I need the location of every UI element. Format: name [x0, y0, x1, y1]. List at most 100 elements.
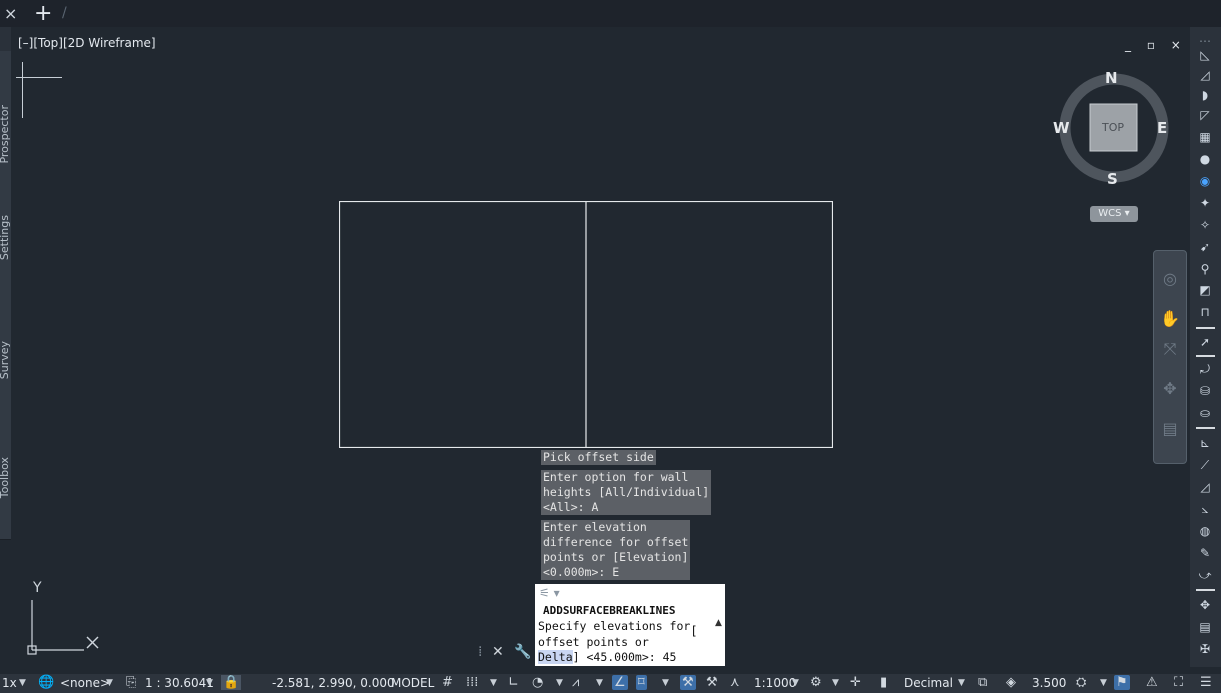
compass-south-label[interactable]: S	[1107, 170, 1118, 188]
close-tab-icon[interactable]: ×	[4, 4, 17, 23]
tool-icon-12[interactable]: ⛀	[1197, 405, 1213, 421]
command-prompt-text[interactable]: Specify elevations for offset points or …	[538, 619, 690, 666]
units-setting[interactable]: Decimal	[904, 676, 953, 690]
model-space-button[interactable]: MODEL	[391, 676, 434, 690]
tool-icon-10[interactable]: ⤾	[1197, 361, 1213, 377]
command-line[interactable]: ⚟ ▾ ADDSURFACEBREAKLINES Specify elevati…	[535, 584, 725, 666]
new-tab-button[interactable]: +	[34, 1, 52, 26]
annotation-scale-icon[interactable]: ⋏	[730, 675, 740, 690]
steering-wheel-icon[interactable]: ◎	[1160, 269, 1180, 289]
tool-icon-21[interactable]: ▤	[1197, 619, 1213, 635]
compass-east-label[interactable]: E	[1157, 119, 1167, 137]
annotation-scale[interactable]: 1:1000	[754, 676, 796, 690]
isodraft-icon[interactable]: ⩘	[572, 675, 579, 690]
tool-icon-17[interactable]: ◍	[1197, 523, 1213, 539]
ortho-icon[interactable]: ∟	[508, 675, 519, 690]
tool-icon-6[interactable]: ✧	[1197, 217, 1213, 233]
toolstrip-separator	[1196, 327, 1215, 329]
coordinate-system[interactable]: <none>	[60, 676, 110, 690]
isolate-objects-icon[interactable]: ⚑	[1114, 675, 1130, 690]
tool-icon-2[interactable]: ◿	[1197, 67, 1213, 83]
tool-icon-22[interactable]: ✠	[1197, 641, 1213, 657]
wcs-menu-button[interactable]: WCS ▾	[1090, 206, 1138, 222]
chevron-down-icon[interactable]: ▼	[1100, 678, 1107, 688]
close-command-line-icon[interactable]: ✕	[492, 644, 504, 660]
web-map-icon[interactable]: ◉	[1197, 173, 1213, 189]
prompt-keyword-delta[interactable]: Delta	[538, 650, 573, 664]
showmotion-icon[interactable]: ▤	[1160, 419, 1180, 439]
chevron-down-icon[interactable]: ▼	[662, 678, 669, 688]
menu-icon[interactable]: ☰	[1200, 675, 1212, 690]
tool-icon-3[interactable]: ◗	[1197, 87, 1213, 103]
select-tool-icon[interactable]: ➹	[1197, 239, 1213, 255]
layers-icon[interactable]: ◈	[1006, 675, 1016, 690]
tool-icon-13[interactable]: ⊾	[1197, 435, 1213, 451]
snap-icon[interactable]: ⁞⁞⁞	[466, 675, 478, 690]
viewport-window-controls[interactable]: _ ▫ ×	[1125, 38, 1187, 52]
chevron-down-icon[interactable]: ▼	[206, 678, 213, 688]
tool-icon-5[interactable]: ✦	[1197, 195, 1213, 211]
tool-icon-14[interactable]: ⟋	[1197, 457, 1213, 473]
object-snap-icon[interactable]: ⌑	[636, 675, 647, 690]
tool-icon-15[interactable]: ◿	[1197, 479, 1213, 495]
orbit-icon[interactable]: ✥	[1160, 379, 1180, 399]
tool-icon-20[interactable]: ✥	[1197, 597, 1213, 613]
annotation-visibility-icon[interactable]: ⚒	[680, 675, 696, 690]
grip-handle-icon[interactable]: ⁞	[478, 644, 482, 660]
zoom-extents-icon[interactable]: ⤧	[1160, 339, 1180, 359]
palette-tab-prospector[interactable]: Prospector	[0, 51, 11, 178]
lineweight-value[interactable]: 3.500	[1032, 676, 1066, 690]
globe-icon[interactable]: 🌐	[38, 675, 54, 690]
quick-properties-icon[interactable]: ⧉	[978, 675, 987, 690]
warning-icon[interactable]: ⚠	[1146, 675, 1158, 690]
object-snap-tracking-icon[interactable]: ∠	[612, 675, 628, 690]
gear-icon[interactable]: ⚙	[810, 675, 822, 690]
tool-icon-11[interactable]: ⛁	[1197, 383, 1213, 399]
tool-icon-19[interactable]: ⤻	[1197, 567, 1213, 583]
table-icon[interactable]: ▦	[1197, 129, 1213, 145]
drawing-scale[interactable]: 1 : 30.6041	[145, 676, 214, 690]
drawing-geometry[interactable]	[339, 201, 833, 448]
palette-tab-survey[interactable]: Survey	[0, 297, 11, 418]
compass-west-label[interactable]: W	[1053, 119, 1070, 137]
tool-icon-4[interactable]: ◸	[1197, 107, 1213, 123]
chevron-down-icon[interactable]: ▼	[106, 678, 113, 688]
customize-wrench-icon[interactable]: 🔧	[514, 644, 531, 660]
tool-icon-1[interactable]: ◺	[1197, 47, 1213, 63]
tool-icon-9[interactable]: ➚	[1197, 334, 1213, 350]
palette-tab-label: Prospector	[0, 105, 11, 164]
zoom-tool-icon[interactable]: ⚲	[1197, 261, 1213, 277]
polar-icon[interactable]: ◔	[532, 675, 543, 690]
chevron-down-icon[interactable]: ▼	[490, 678, 497, 688]
palette-tab-settings[interactable]: Settings	[0, 177, 11, 298]
tool-icon-7[interactable]: ◩	[1197, 282, 1213, 298]
chevron-down-icon[interactable]: ▼	[958, 678, 965, 688]
globe-icon[interactable]: ●	[1197, 151, 1213, 167]
fullscreen-icon[interactable]: ⛶	[1174, 675, 1183, 690]
palette-tab-toolbox[interactable]: Toolbox	[0, 417, 11, 540]
grid-icon[interactable]: #	[442, 675, 453, 690]
drawing-scale-icon[interactable]: ⎘	[126, 675, 136, 690]
chevron-down-icon[interactable]: ▼	[792, 678, 799, 688]
pan-hand-icon[interactable]: ✋	[1160, 309, 1180, 329]
workspace-icon[interactable]: ⛭	[1076, 675, 1086, 690]
chevron-down-icon[interactable]: ▼	[556, 678, 563, 688]
units-icon[interactable]: ▮	[880, 675, 887, 690]
lock-icon[interactable]: 🔒	[221, 675, 242, 690]
prompt-input[interactable]: ] <45.000m>: 45	[573, 650, 677, 664]
tool-icon-18[interactable]: ✎	[1197, 545, 1213, 561]
recent-commands-icon[interactable]: ⚟ ▾	[539, 586, 560, 600]
chevron-down-icon[interactable]: ▼	[596, 678, 603, 688]
chevron-down-icon[interactable]: ▼	[19, 678, 26, 688]
viewport-controls-label[interactable]: [–][Top][2D Wireframe]	[18, 36, 156, 50]
compass-north-label[interactable]: N	[1105, 69, 1118, 87]
plus-icon[interactable]: ✛	[850, 675, 861, 690]
tool-icon-16[interactable]: ⦣	[1197, 501, 1213, 517]
viewcube-top-label[interactable]: TOP	[1102, 121, 1124, 134]
auto-scale-icon[interactable]: ⚒	[706, 675, 718, 690]
chevron-down-icon[interactable]: ▼	[832, 678, 839, 688]
tool-icon-8[interactable]: ⊓	[1197, 304, 1213, 320]
prompt-line: offset points or	[538, 634, 649, 649]
zoom-level[interactable]: 1x	[2, 676, 17, 690]
scroll-up-icon[interactable]: ▲	[715, 618, 722, 628]
